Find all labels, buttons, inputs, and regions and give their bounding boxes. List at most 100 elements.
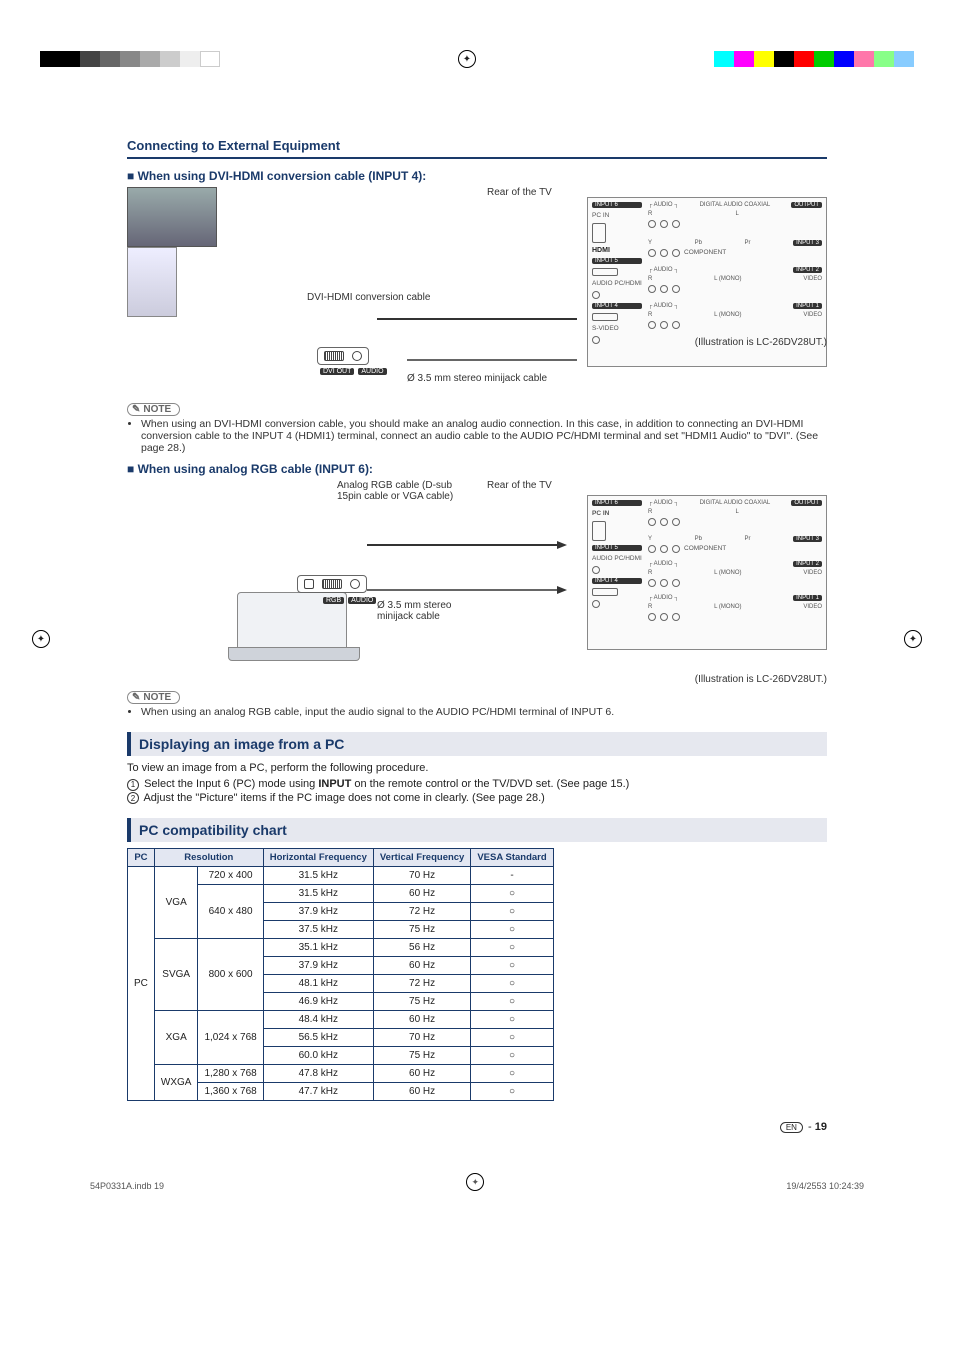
pc-output-card (317, 347, 369, 365)
page-title: Connecting to External Equipment (127, 138, 827, 159)
cable-illustration (367, 535, 567, 605)
note-list: When using an DVI-HDMI conversion cable,… (141, 418, 827, 454)
illustration-note: (Illustration is LC-26DV28UT.) (695, 337, 827, 348)
note-list: When using an analog RGB cable, input th… (141, 706, 827, 718)
section3-title: Displaying an image from a PC (127, 732, 827, 756)
component-label: COMPONENT (684, 249, 726, 257)
video-label: VIDEO (803, 276, 822, 282)
table-row: WXGA 1,280 x 76847.8 kHz60 Hz○ (128, 1065, 554, 1083)
section2-heading: ■ When using analog RGB cable (INPUT 6): (127, 462, 827, 476)
hdmi-port-icon (592, 268, 618, 276)
diagram-analog-rgb: Rear of the TV Analog RGB cable (D-sub 1… (127, 480, 827, 670)
cable-label: DVI-HDMI conversion cable (307, 292, 430, 303)
color-bar-left (40, 51, 220, 67)
step-1: 1 Select the Input 6 (PC) mode using INP… (127, 778, 827, 791)
registration-mark-icon: ✦ (466, 1173, 484, 1191)
table-row: SVGA 800 x 60035.1 kHz56 Hz○ (128, 939, 554, 957)
input3-tag: INPUT 3 (793, 536, 822, 542)
table-row: XGA 1,024 x 76848.4 kHz60 Hz○ (128, 1011, 554, 1029)
step-2: 2 Adjust the "Picture" items if the PC i… (127, 792, 827, 805)
rear-tv-label: Rear of the TV (487, 187, 552, 198)
svideo-port-icon (592, 600, 600, 608)
note-badge: ✎NOTE (127, 691, 180, 704)
rgb-label: RGB (323, 597, 344, 604)
pencil-icon: ✎ (132, 404, 140, 415)
svideo-port-icon (592, 336, 600, 344)
vga-port-icon (322, 579, 342, 589)
pc-monitor-illustration (127, 187, 217, 247)
print-registration-bar: ✦ (40, 50, 914, 68)
timestamp: 19/4/2553 10:24:39 (786, 1181, 864, 1191)
tv-rear-panel: INPUT 6 PC IN INPUT 5 AUDIO PC/HDMI INPU… (587, 495, 827, 650)
digital-audio-label: DIGITAL AUDIO COAXIAL (700, 500, 771, 506)
file-ref: 54P0331A.indb 19 (90, 1181, 164, 1191)
pcin-label: PC IN (592, 212, 642, 219)
cable-illustration (377, 305, 587, 375)
print-footer: 54P0331A.indb 19 ✦ 19/4/2553 10:24:39 (90, 1173, 864, 1191)
step-number-icon: 2 (127, 792, 139, 804)
dvi-out-label: DVI OUT (320, 368, 354, 375)
registration-mark-icon: ✦ (32, 630, 50, 648)
input6-tag: INPUT 6 (592, 500, 642, 506)
hdmi-label: HDMI (592, 247, 642, 254)
pc-compat-table: PC Resolution Horizontal Frequency Verti… (127, 848, 554, 1101)
step-number-icon: 1 (127, 779, 139, 791)
svideo-label: S-VIDEO (592, 325, 642, 332)
diagram-dvi-hdmi: Rear of the TV DVI OUT AUDIO DVI-HDMI co… (127, 187, 827, 397)
digital-audio-label: DIGITAL AUDIO COAXIAL (700, 202, 771, 208)
th-vfreq: Vertical Frequency (373, 849, 470, 867)
table-row: PC VGA 720 x 40031.5 kHz70 Hz- (128, 867, 554, 885)
note-item: When using an DVI-HDMI conversion cable,… (141, 418, 827, 454)
th-hfreq: Horizontal Frequency (263, 849, 373, 867)
section4-title: PC compatibility chart (127, 818, 827, 842)
laptop-output-card (297, 575, 367, 593)
audio-pc-label: AUDIO PC/HDMI (592, 555, 642, 562)
input4-tag: INPUT 4 (592, 303, 642, 309)
hdmi-port-icon (592, 588, 618, 596)
lmono-label: L (MONO) (714, 276, 741, 282)
hdmi-port-icon (592, 313, 618, 321)
indicator-icon (304, 579, 314, 589)
audio-port-icon (592, 291, 600, 299)
rear-tv-label: Rear of the TV (487, 480, 552, 491)
color-bar-right (714, 51, 914, 67)
output-tag: OUTPUT (791, 500, 822, 506)
input3-tag: INPUT 3 (793, 240, 822, 246)
note-badge: ✎NOTE (127, 403, 180, 416)
input2-tag: INPUT 2 (793, 561, 822, 567)
pcin-port-icon (592, 223, 606, 243)
l-label: L (736, 211, 739, 217)
pcin-label: PC IN (592, 510, 642, 517)
audio-head-label: AUDIO (654, 202, 673, 208)
pcin-port-icon (592, 521, 606, 541)
section3-intro: To view an image from a PC, perform the … (127, 762, 827, 774)
section1-heading: ■ When using DVI-HDMI conversion cable (… (127, 169, 827, 183)
page-number: EN - 19 (127, 1121, 827, 1133)
registration-mark-icon: ✦ (458, 50, 476, 68)
pr-label: Pr (745, 240, 751, 246)
input5-tag: INPUT 5 (592, 258, 642, 264)
input4-tag: INPUT 4 (592, 578, 642, 584)
cable-label: Analog RGB cable (D-sub 15pin cable or V… (337, 480, 457, 502)
th-vesa: VESA Standard (471, 849, 553, 867)
pc-tower-illustration (127, 247, 177, 317)
audio-port-icon (592, 566, 600, 574)
illustration-note: (Illustration is LC-26DV28UT.) (127, 674, 827, 685)
registration-mark-icon: ✦ (904, 630, 922, 648)
input5-tag: INPUT 5 (592, 545, 642, 551)
input1-tag: INPUT 1 (793, 303, 822, 309)
note-item: When using an analog RGB cable, input th… (141, 706, 827, 718)
input1-tag: INPUT 1 (793, 595, 822, 601)
pb-label: Pb (695, 240, 702, 246)
th-pc: PC (128, 849, 155, 867)
input6-tag: INPUT 6 (592, 202, 642, 208)
audio-pc-label: AUDIO PC/HDMI (592, 280, 642, 287)
th-resolution: Resolution (154, 849, 263, 867)
audio-jack-icon (350, 579, 360, 589)
audio-jack-icon (352, 351, 362, 361)
r-label: R (648, 211, 652, 217)
output-tag: OUTPUT (791, 202, 822, 208)
y-label: Y (648, 240, 652, 246)
pencil-icon: ✎ (132, 692, 140, 703)
input2-tag: INPUT 2 (793, 267, 822, 273)
